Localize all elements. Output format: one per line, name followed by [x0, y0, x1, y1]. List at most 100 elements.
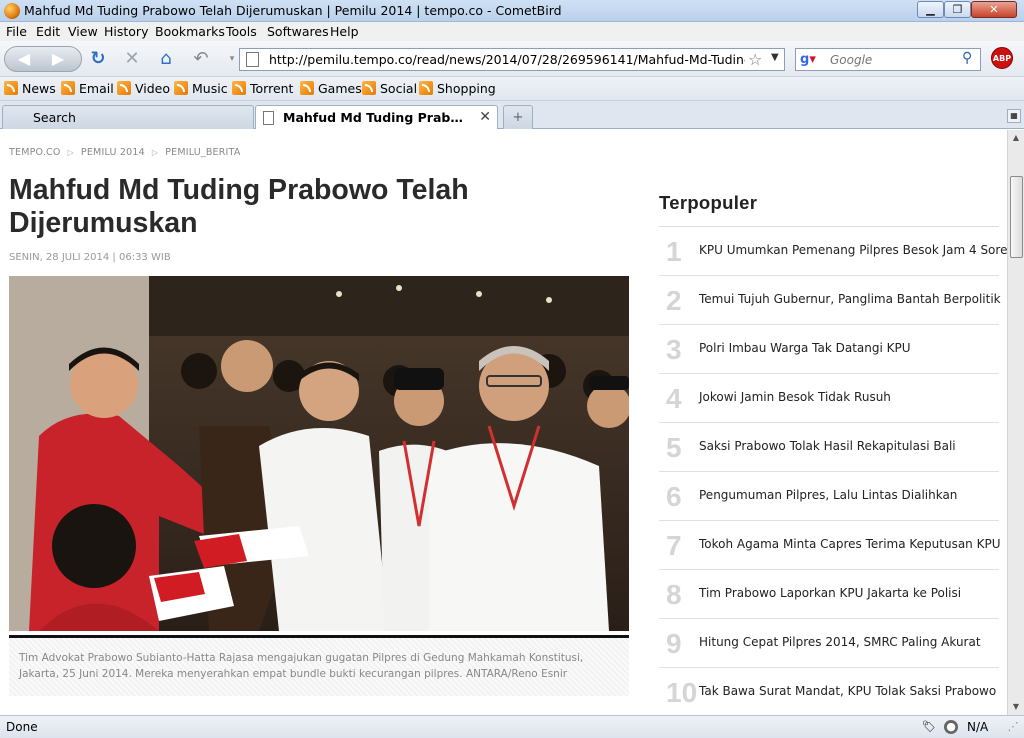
bookmark-music[interactable]: Music [174, 81, 228, 97]
url-text[interactable]: http://pemilu.tempo.co/read/news/2014/07… [269, 52, 745, 67]
new-tab-button[interactable]: + [503, 105, 533, 129]
page-icon [263, 111, 274, 125]
menu-edit[interactable]: Edit [36, 24, 60, 39]
undo-icon: ↶ [193, 48, 209, 69]
rss-feed-icon [232, 81, 246, 95]
menu-help[interactable]: Help [330, 24, 359, 39]
tab-active-article[interactable]: Mahfud Md Tuding Prabowo Telah Dijerumus… [255, 105, 498, 129]
popular-item[interactable]: 8 Tim Prabowo Laporkan KPU Jakarta ke Pol… [659, 570, 999, 619]
scrollbar-thumb[interactable] [1010, 176, 1023, 258]
popular-list: 1 KPU Umumkan Pemenang Pilpres Besok Jam … [659, 226, 1007, 715]
menu-bar: File Edit View History Bookmarks Tools S… [0, 22, 1024, 41]
reload-icon: ↻ [90, 48, 106, 69]
chevron-down-icon: ▾ [229, 54, 235, 64]
rss-feed-icon [117, 81, 131, 95]
google-engine-icon[interactable]: g▾ [800, 52, 816, 67]
menu-tools[interactable]: Tools [226, 24, 257, 39]
menu-bookmarks[interactable]: Bookmarks [155, 24, 225, 39]
stop-button[interactable]: ✕ [121, 49, 143, 69]
popular-link[interactable]: Polri Imbau Warga Tak Datangi KPU [699, 341, 911, 355]
rss-feed-icon [4, 81, 18, 95]
popular-item[interactable]: 10 Tak Bawa Surat Mandat, KPU Tolak Saksi… [659, 668, 999, 715]
reload-button[interactable]: ↻ [87, 49, 109, 69]
address-bar[interactable]: http://pemilu.tempo.co/read/news/2014/07… [239, 48, 785, 71]
minimize-button[interactable]: ▁ [917, 1, 944, 18]
rss-feed-icon [61, 81, 75, 95]
popular-rank: 6 [666, 481, 682, 512]
popular-rank: 9 [666, 628, 682, 659]
breadcrumb-item-berita[interactable]: PEMILU_BERITA [165, 147, 240, 158]
menu-view[interactable]: View [68, 24, 98, 39]
popular-item[interactable]: 5 Saksi Prabowo Tolak Hasil Rekapitulasi … [659, 423, 999, 472]
popular-link[interactable]: Pengumuman Pilpres, Lalu Lintas Dialihka… [699, 488, 957, 502]
home-button[interactable]: ⌂ [155, 49, 177, 69]
rss-feed-icon [300, 81, 314, 95]
popular-item[interactable]: 6 Pengumuman Pilpres, Lalu Lintas Dialihk… [659, 472, 999, 521]
bookmarks-toolbar: News Email Video Music Torrent Games Soc… [0, 77, 1024, 101]
bookmark-news[interactable]: News [4, 81, 56, 97]
network-icon[interactable]: ● [944, 720, 958, 734]
back-arrow-icon: ◀ [17, 49, 31, 68]
popular-item[interactable]: 9 Hitung Cepat Pilpres 2014, SMRC Paling … [659, 619, 999, 668]
popular-link[interactable]: Hitung Cepat Pilpres 2014, SMRC Paling A… [699, 635, 981, 649]
popular-rank: 7 [666, 530, 682, 561]
article-headline: Mahfud Md Tuding Prabowo Telah Dijerumus… [9, 174, 469, 239]
vertical-scrollbar[interactable]: ▲ ▼ [1007, 130, 1024, 715]
popular-link[interactable]: Saksi Prabowo Tolak Hasil Rekapitulasi B… [699, 439, 956, 453]
popular-item[interactable]: 2 Temui Tujuh Gubernur, Panglima Bantah B… [659, 276, 1001, 325]
scroll-down-icon[interactable]: ▼ [1008, 699, 1024, 715]
breadcrumb: TEMPO.CO ▷ PEMILU 2014 ▷ PEMILU_BERITA [9, 147, 241, 158]
popular-item[interactable]: 1 KPU Umumkan Pemenang Pilpres Besok Jam … [659, 227, 1007, 276]
article-photo [9, 276, 629, 631]
tag-icon[interactable]: 🏷 [922, 720, 936, 734]
forward-button[interactable]: ▶ [43, 50, 73, 68]
popular-item[interactable]: 4 Jokowi Jamin Besok Tidak Rusuh [659, 374, 999, 423]
search-box[interactable]: g▾ ⚲ [795, 48, 981, 71]
rss-feed-icon [419, 81, 433, 95]
menu-file[interactable]: File [6, 24, 27, 39]
resize-grip-icon[interactable]: ⋰ [1006, 720, 1020, 734]
tab-label: Mahfud Md Tuding Prabowo Telah Dijerumus… [283, 110, 471, 125]
menu-softwares[interactable]: Softwares [267, 24, 329, 39]
breadcrumb-item-pemilu[interactable]: PEMILU 2014 [81, 147, 145, 158]
popular-link[interactable]: Tak Bawa Surat Mandat, KPU Tolak Saksi P… [699, 684, 996, 698]
popular-rank: 3 [666, 334, 682, 365]
bookmark-star-icon[interactable]: ☆ [748, 50, 762, 69]
tab-list-button[interactable]: ▦ [1007, 109, 1021, 123]
popular-item[interactable]: 3 Polri Imbau Warga Tak Datangi KPU [659, 325, 999, 374]
search-input[interactable] [830, 51, 960, 68]
scroll-up-icon[interactable]: ▲ [1008, 130, 1024, 146]
popular-link[interactable]: KPU Umumkan Pemenang Pilpres Besok Jam 4… [699, 243, 1007, 257]
url-dropdown-icon[interactable]: ▼ [771, 52, 779, 63]
home-icon: ⌂ [160, 48, 172, 69]
popular-link[interactable]: Tim Prabowo Laporkan KPU Jakarta ke Poli… [699, 586, 961, 600]
popular-link[interactable]: Jokowi Jamin Besok Tidak Rusuh [699, 390, 891, 404]
bookmark-email[interactable]: Email [61, 81, 114, 97]
undo-close-tab-button[interactable]: ↶ [190, 49, 212, 69]
maximize-icon: ❐ [952, 3, 963, 16]
search-icon[interactable]: ⚲ [962, 50, 972, 66]
back-button[interactable]: ◀ [9, 50, 39, 68]
menu-history[interactable]: History [104, 24, 148, 39]
popular-item[interactable]: 7 Tokoh Agama Minta Capres Terima Keputus… [659, 521, 1001, 570]
bookmark-shopping[interactable]: Shopping [419, 81, 496, 97]
popular-link[interactable]: Temui Tujuh Gubernur, Panglima Bantah Be… [699, 292, 1001, 306]
tab-search[interactable]: Search [2, 105, 254, 129]
bookmark-video[interactable]: Video [117, 81, 170, 97]
popular-link[interactable]: Tokoh Agama Minta Capres Terima Keputusa… [699, 537, 1001, 551]
close-icon: ✕ [989, 3, 999, 16]
tab-close-icon[interactable]: ✕ [479, 109, 491, 125]
title-bar: Mahfud Md Tuding Prabowo Telah Dijerumus… [0, 0, 1024, 22]
popular-rank: 8 [666, 579, 682, 610]
page-content: TEMPO.CO ▷ PEMILU 2014 ▷ PEMILU_BERITA Mahfu… [0, 130, 1007, 715]
bookmark-games[interactable]: Games [300, 81, 362, 97]
bookmark-torrent[interactable]: Torrent [232, 81, 293, 97]
maximize-button[interactable]: ❐ [944, 1, 971, 18]
window-title: Mahfud Md Tuding Prabowo Telah Dijerumus… [24, 3, 562, 18]
close-button[interactable]: ✕ [971, 1, 1017, 18]
stop-icon: ✕ [124, 48, 140, 69]
bookmark-social[interactable]: Social [362, 81, 417, 97]
breadcrumb-item-tempo[interactable]: TEMPO.CO [9, 147, 61, 158]
status-na-label: N/A [967, 720, 989, 734]
adblock-plus-button[interactable]: ABP [991, 47, 1013, 69]
